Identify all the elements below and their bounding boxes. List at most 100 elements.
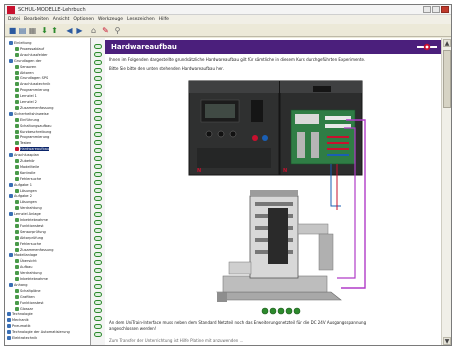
book-icon: [9, 194, 13, 199]
page-icon: [15, 100, 19, 104]
content-pane: Hardwareaufbau Ihnen im Folgenden darges…: [105, 38, 441, 345]
page-icon: [15, 135, 19, 140]
scroll-thumb[interactable]: [443, 50, 451, 108]
tree-item-label: Aktoren: [20, 70, 34, 75]
print-icon[interactable]: ▦: [28, 26, 37, 35]
tree-item-label: Elektrotechnik: [12, 336, 38, 340]
book-icon: [7, 330, 11, 335]
tree-item-label: Schaltpläne: [20, 288, 41, 293]
page-nav-dot[interactable]: [269, 307, 277, 315]
book-icon: [9, 282, 13, 287]
book-icon: [9, 253, 13, 258]
back-icon[interactable]: ◀: [65, 26, 74, 35]
minimize-button[interactable]: [423, 6, 431, 13]
search-icon[interactable]: ⚲: [113, 26, 122, 35]
binder-ring-icon: [94, 132, 102, 137]
menu-edit[interactable]: Bearbeiten: [24, 16, 49, 24]
page-icon: [15, 235, 19, 240]
menu-bar: Datei Bearbeiten Ansicht Optionen Werkze…: [5, 15, 451, 24]
tree-item-label: Inbetriebnahme: [20, 218, 48, 222]
page-icon: [15, 129, 19, 134]
scroll-up-icon[interactable]: ▲: [443, 39, 451, 47]
binder-ring-icon: [94, 116, 102, 121]
binder-ring-icon: [94, 220, 102, 225]
page-icon: [15, 271, 19, 276]
menu-tools[interactable]: Werkzeuge: [98, 16, 123, 24]
title-bar: SCHUL-MODELLE-Lehrbuch: [5, 5, 451, 15]
tools-icon[interactable]: ✎: [101, 26, 110, 35]
page-icon: [15, 176, 19, 181]
tree-item-label: Pneumatik: [12, 324, 31, 329]
page-icon: [15, 164, 19, 169]
page-icon: [15, 117, 19, 122]
tree-item-label: Anschlussplan: [14, 153, 39, 158]
page-icon: [15, 147, 19, 152]
page-icon: [15, 294, 19, 299]
vertical-scrollbar[interactable]: ▲ ▼: [441, 38, 451, 345]
tree-item-label: Zubehör: [20, 159, 35, 163]
binder-ring-icon: [94, 300, 102, 305]
menu-file[interactable]: Datei: [8, 16, 20, 24]
page-icon: [15, 241, 19, 246]
page-icon: [15, 94, 19, 99]
page-icon: [15, 277, 19, 281]
tree-item-label: Einleitung: [14, 41, 32, 45]
menu-help[interactable]: Hilfe: [159, 16, 169, 24]
navigation-tree: Einleitung Prozessablauf Anschlussfelder Gr…: [5, 38, 91, 345]
app-logo-icon: [7, 6, 15, 14]
book-icon: [7, 336, 11, 340]
tree-item-label: Aufgabe 1: [14, 182, 32, 187]
tree-item-label: Sicherheitshinweise: [14, 111, 49, 116]
tree-item-label: Lernziel 1: [20, 94, 37, 99]
up-arrow-icon[interactable]: ⬆: [50, 26, 59, 35]
footer-text-3: Zum Transfer der Unterrichtung ist Hilfe…: [109, 338, 244, 343]
binder-ring-icon: [94, 260, 102, 265]
page-nav-dots: [261, 307, 301, 315]
tree-item-label: Lernziel 2: [20, 100, 37, 104]
binder-ring-icon: [94, 276, 102, 281]
tree-item-label: Lösungen: [20, 188, 37, 193]
down-arrow-icon[interactable]: ⬇: [40, 26, 49, 35]
page-icon: [15, 265, 19, 270]
binder-ring-icon: [94, 236, 102, 241]
forward-icon[interactable]: ▶: [75, 26, 84, 35]
tree-item-label: Grundlagen der: [14, 58, 42, 63]
menu-options[interactable]: Optionen: [73, 16, 94, 24]
page-icon: [15, 52, 19, 57]
page-icon: [15, 259, 19, 264]
page-nav-dot[interactable]: [261, 307, 269, 315]
close-button[interactable]: [441, 6, 449, 13]
page-icon: [15, 64, 19, 69]
tree-item-label: Aufgabe 2: [14, 194, 32, 199]
page-nav-dot[interactable]: [293, 307, 301, 315]
binder-ring-icon: [94, 268, 102, 273]
book-icon: [7, 318, 11, 323]
tree-item-label: Lösungen: [20, 200, 37, 205]
tree-item-label: Glossar: [20, 306, 34, 311]
hardware-setup-figure: N N: [188, 80, 366, 315]
binder-ring-icon: [94, 252, 102, 257]
binder-ring-icon: [94, 292, 102, 297]
menu-view[interactable]: Ansicht: [53, 16, 70, 24]
tree-item-label: Technologie der Automatisierung: [12, 330, 70, 335]
tree-item-label: Anschlussfelder: [20, 52, 48, 57]
tree-item[interactable]: Elektrotechnik: [7, 335, 37, 341]
model-machine: [216, 190, 342, 302]
scroll-down-icon[interactable]: ▼: [443, 337, 451, 345]
binder-ring-icon: [94, 52, 102, 57]
binder-ring-icon: [94, 172, 102, 177]
page-nav-dot[interactable]: [285, 307, 293, 315]
maximize-button[interactable]: [432, 6, 440, 13]
page-icon: [15, 82, 19, 87]
tree-item-label: Übersicht: [20, 259, 37, 264]
page-nav-dot[interactable]: [277, 307, 285, 315]
book-icon: [9, 182, 13, 187]
tree-item-label: Anhang: [14, 282, 28, 287]
tree-item-label: Kontrolle: [20, 170, 36, 175]
tree-item-label: Prozessablauf: [20, 46, 45, 51]
home-icon[interactable]: ⌂: [89, 26, 98, 35]
tree-item-label: Grundlagen SPS: [20, 76, 49, 81]
save-icon[interactable]: ■: [8, 26, 17, 35]
open-icon[interactable]: ▤: [18, 26, 27, 35]
menu-bookmarks[interactable]: Lesezeichen: [127, 16, 155, 24]
